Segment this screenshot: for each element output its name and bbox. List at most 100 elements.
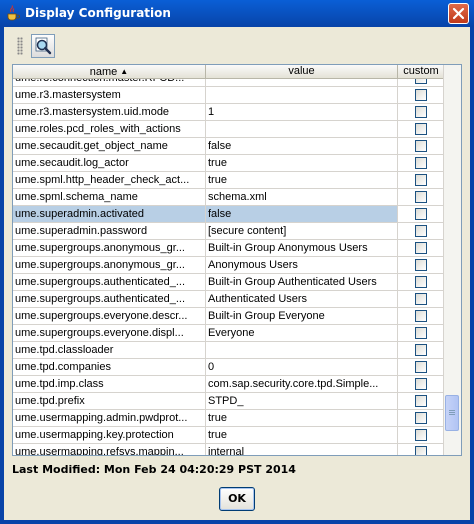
cell-name[interactable]: ume.tpd.companies (13, 359, 206, 376)
cell-value[interactable]: 0 (206, 359, 398, 376)
cell-name[interactable]: ume.spml.http_header_check_act... (13, 172, 206, 189)
custom-checkbox[interactable] (415, 174, 427, 186)
table-row[interactable]: ume.tpd.prefix STPD_ (13, 393, 445, 410)
custom-checkbox[interactable] (415, 225, 427, 237)
cell-name[interactable]: ume.usermapping.refsys.mappin... (13, 444, 206, 455)
custom-checkbox[interactable] (415, 208, 427, 220)
cell-name[interactable]: ume.tpd.prefix (13, 393, 206, 410)
table-row[interactable]: ume.r3.connection.master.RFCD... (13, 79, 445, 87)
cell-name[interactable]: ume.superadmin.password (13, 223, 206, 240)
ok-button[interactable]: OK (219, 487, 255, 511)
custom-checkbox[interactable] (415, 395, 427, 407)
cell-value[interactable]: com.sap.security.core.tpd.Simple... (206, 376, 398, 393)
cell-value[interactable]: Built-in Group Anonymous Users (206, 240, 398, 257)
table-row[interactable]: ume.tpd.imp.class com.sap.security.core.t… (13, 376, 445, 393)
table-row[interactable]: ume.secaudit.log_actor true (13, 155, 445, 172)
table-row[interactable]: ume.superadmin.activated false (13, 206, 445, 223)
cell-value[interactable] (206, 79, 398, 87)
toolbar-grip[interactable] (17, 37, 23, 55)
cell-name[interactable]: ume.tpd.classloader (13, 342, 206, 359)
custom-checkbox[interactable] (415, 242, 427, 254)
cell-name[interactable]: ume.tpd.imp.class (13, 376, 206, 393)
table-row[interactable]: ume.usermapping.refsys.mappin... internal (13, 444, 445, 455)
custom-checkbox[interactable] (415, 140, 427, 152)
cell-value[interactable]: STPD_ (206, 393, 398, 410)
cell-value[interactable]: schema.xml (206, 189, 398, 206)
cell-value[interactable]: Everyone (206, 325, 398, 342)
cell-name[interactable]: ume.supergroups.authenticated_... (13, 274, 206, 291)
custom-checkbox[interactable] (415, 106, 427, 118)
cell-value[interactable]: Anonymous Users (206, 257, 398, 274)
custom-checkbox[interactable] (415, 378, 427, 390)
custom-checkbox[interactable] (415, 89, 427, 101)
custom-checkbox[interactable] (415, 259, 427, 271)
custom-checkbox[interactable] (415, 191, 427, 203)
column-header-custom[interactable]: custom (398, 65, 445, 79)
table-row[interactable]: ume.secaudit.get_object_name false (13, 138, 445, 155)
cell-name[interactable]: ume.superadmin.activated (13, 206, 206, 223)
table-row[interactable]: ume.supergroups.authenticated_... Authent… (13, 291, 445, 308)
cell-name[interactable]: ume.secaudit.log_actor (13, 155, 206, 172)
cell-name[interactable]: ume.secaudit.get_object_name (13, 138, 206, 155)
custom-checkbox[interactable] (415, 344, 427, 356)
custom-checkbox[interactable] (415, 276, 427, 288)
cell-name[interactable]: ume.supergroups.everyone.descr... (13, 308, 206, 325)
cell-value[interactable]: Built-in Group Authenticated Users (206, 274, 398, 291)
table-row[interactable]: ume.usermapping.key.protection true (13, 427, 445, 444)
cell-value[interactable] (206, 87, 398, 104)
table-row[interactable]: ume.supergroups.anonymous_gr... Built-in … (13, 240, 445, 257)
cell-value[interactable] (206, 342, 398, 359)
cell-value[interactable]: true (206, 155, 398, 172)
table-row[interactable]: ume.supergroups.everyone.displ... Everyon… (13, 325, 445, 342)
table-row[interactable]: ume.tpd.companies 0 (13, 359, 445, 376)
custom-checkbox[interactable] (415, 327, 427, 339)
cell-value[interactable]: 1 (206, 104, 398, 121)
vertical-scrollbar[interactable] (443, 65, 461, 455)
table-row[interactable]: ume.supergroups.authenticated_... Built-i… (13, 274, 445, 291)
cell-name[interactable]: ume.roles.pcd_roles_with_actions (13, 121, 206, 138)
cell-value[interactable]: Built-in Group Everyone (206, 308, 398, 325)
custom-checkbox[interactable] (415, 429, 427, 441)
custom-checkbox[interactable] (415, 446, 427, 455)
cell-value[interactable]: false (206, 206, 398, 223)
cell-name[interactable]: ume.usermapping.admin.pwdprot... (13, 410, 206, 427)
cell-name[interactable]: ume.supergroups.anonymous_gr... (13, 240, 206, 257)
cell-name[interactable]: ume.r3.mastersystem.uid.mode (13, 104, 206, 121)
cell-value[interactable]: true (206, 172, 398, 189)
table-row[interactable]: ume.r3.mastersystem (13, 87, 445, 104)
close-button[interactable] (448, 3, 469, 24)
cell-name[interactable]: ume.r3.mastersystem (13, 87, 206, 104)
cell-name[interactable]: ume.supergroups.everyone.displ... (13, 325, 206, 342)
custom-checkbox[interactable] (415, 123, 427, 135)
cell-value[interactable]: true (206, 427, 398, 444)
scrollbar-thumb[interactable] (445, 395, 459, 431)
config-table[interactable]: name▲ value custom ume.r3.connection.mas… (12, 64, 462, 456)
table-row[interactable]: ume.spml.http_header_check_act... true (13, 172, 445, 189)
column-header-name[interactable]: name ▲ (13, 65, 206, 79)
cell-value[interactable]: Authenticated Users (206, 291, 398, 308)
cell-name[interactable]: ume.spml.schema_name (13, 189, 206, 206)
table-row[interactable]: ume.superadmin.password [secure content] (13, 223, 445, 240)
custom-checkbox[interactable] (415, 361, 427, 373)
custom-checkbox[interactable] (415, 293, 427, 305)
table-row[interactable]: ume.r3.mastersystem.uid.mode 1 (13, 104, 445, 121)
custom-checkbox[interactable] (415, 310, 427, 322)
table-row[interactable]: ume.usermapping.admin.pwdprot... true (13, 410, 445, 427)
table-row[interactable]: ume.spml.schema_name schema.xml (13, 189, 445, 206)
table-row[interactable]: ume.tpd.classloader (13, 342, 445, 359)
custom-checkbox[interactable] (415, 412, 427, 424)
cell-value[interactable]: false (206, 138, 398, 155)
custom-checkbox[interactable] (415, 79, 427, 84)
table-row[interactable]: ume.roles.pcd_roles_with_actions (13, 121, 445, 138)
custom-checkbox[interactable] (415, 157, 427, 169)
cell-name[interactable]: ume.supergroups.authenticated_... (13, 291, 206, 308)
table-row[interactable]: ume.supergroups.anonymous_gr... Anonymous… (13, 257, 445, 274)
cell-value[interactable]: true (206, 410, 398, 427)
cell-name[interactable]: ume.usermapping.key.protection (13, 427, 206, 444)
cell-name[interactable]: ume.r3.connection.master.RFCD... (13, 79, 206, 87)
cell-value[interactable]: [secure content] (206, 223, 398, 240)
cell-value[interactable]: internal (206, 444, 398, 455)
search-tool-button[interactable] (31, 34, 55, 58)
table-row[interactable]: ume.supergroups.everyone.descr... Built-i… (13, 308, 445, 325)
cell-value[interactable] (206, 121, 398, 138)
